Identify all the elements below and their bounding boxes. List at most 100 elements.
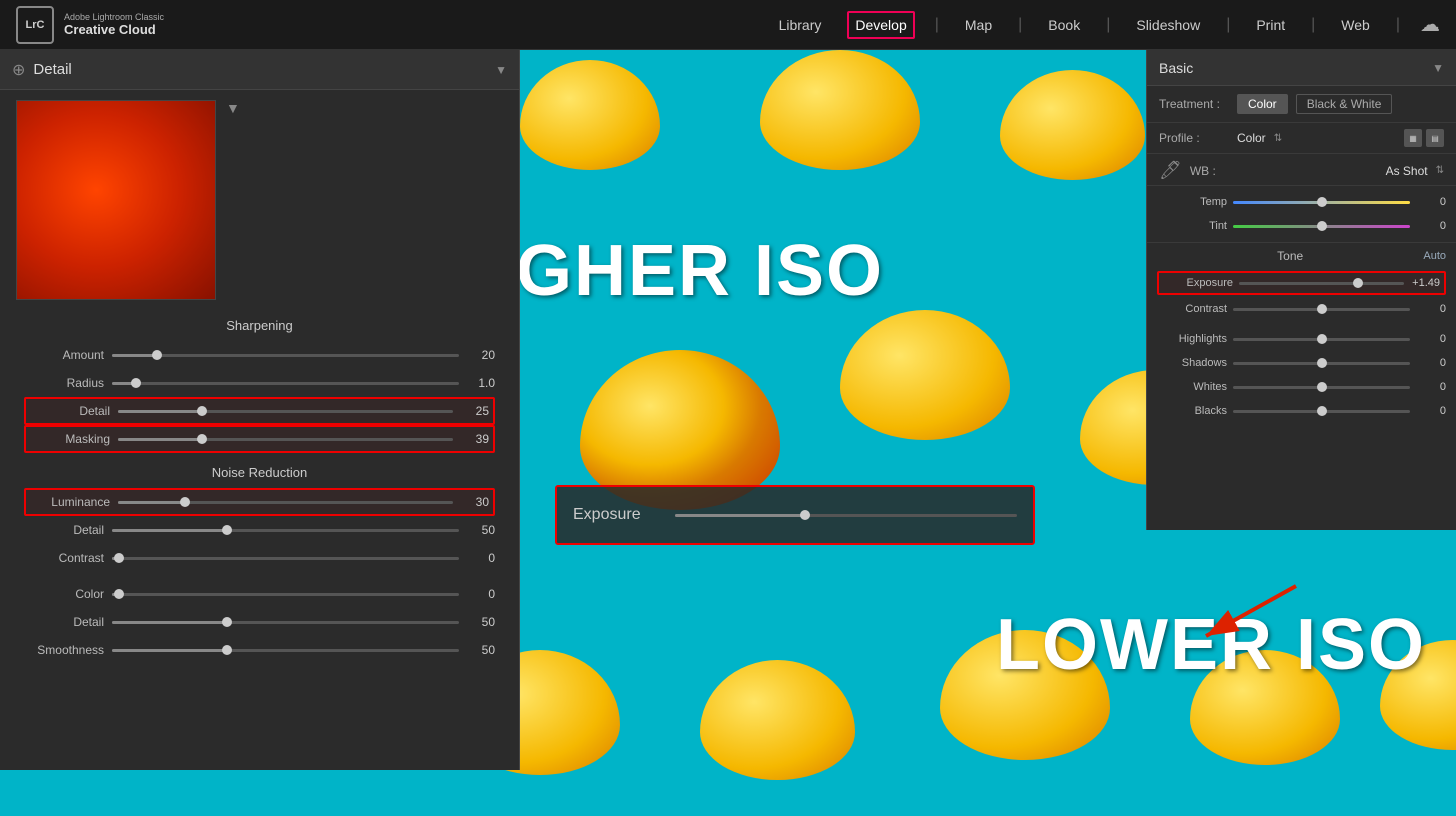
smoothness-row: Smoothness 50 (24, 636, 495, 664)
main-content: HIGHER ISO LOWER ISO Exposure (0, 50, 1456, 816)
nav-library[interactable]: Library (773, 13, 828, 37)
temp-label: Temp (1157, 196, 1227, 208)
smoothness-slider[interactable] (112, 640, 459, 660)
masking-slider[interactable] (118, 429, 453, 449)
profile-icon-2[interactable]: ▤ (1426, 129, 1444, 147)
profile-icons: ▦ ▤ (1404, 129, 1444, 147)
contrast-slider[interactable] (1233, 300, 1410, 318)
right-panel-arrow[interactable]: ▼ (1432, 61, 1444, 75)
tint-slider[interactable] (1233, 217, 1410, 235)
nav-divider-5: | (1311, 16, 1315, 34)
whites-value: 0 (1416, 381, 1446, 393)
center-exposure-box: Exposure (555, 485, 1035, 545)
profile-select[interactable]: Color (1237, 131, 1266, 145)
temp-row: Temp 0 (1157, 190, 1446, 214)
lemon-14 (700, 660, 855, 780)
tint-label: Tint (1157, 220, 1227, 232)
color-detail-value: 50 (467, 615, 495, 629)
color-treatment-btn[interactable]: Color (1237, 94, 1288, 114)
left-panel: ⊕ Detail ▼ ▼ Sharpening Amount (0, 50, 520, 770)
app-title: Adobe Lightroom Classic Creative Cloud (64, 12, 164, 37)
profile-row: Profile : Color ⇅ ▦ ▤ (1147, 123, 1456, 154)
highlights-slider[interactable] (1233, 330, 1410, 348)
panel-arrow-icon[interactable]: ▼ (495, 63, 507, 77)
blacks-value: 0 (1416, 405, 1446, 417)
navbar-left: LrC Adobe Lightroom Classic Creative Clo… (16, 6, 164, 44)
nav-book[interactable]: Book (1042, 13, 1086, 37)
radius-slider[interactable] (112, 373, 459, 393)
luminance-label: Luminance (30, 495, 110, 509)
amount-row: Amount 20 (24, 341, 495, 369)
thumbnail-arrow[interactable]: ▼ (226, 100, 240, 116)
lemon-4 (760, 50, 920, 170)
wb-select[interactable]: As Shot (1386, 164, 1428, 178)
profile-label: Profile : (1159, 131, 1229, 145)
temp-value: 0 (1416, 196, 1446, 208)
shadows-slider[interactable] (1233, 354, 1410, 372)
detail-label: Detail (30, 404, 110, 418)
tint-row: Tint 0 (1157, 214, 1446, 238)
noise-reduction-label: Noise Reduction (0, 457, 519, 484)
smoothness-value: 50 (467, 643, 495, 657)
panel-move-icon: ⊕ (12, 60, 25, 80)
center-exposure-slider[interactable] (675, 505, 1017, 525)
color-slider[interactable] (112, 584, 459, 604)
eyedropper-icon[interactable]: 🖊 (1159, 160, 1182, 181)
luminance-slider[interactable] (118, 492, 453, 512)
nav-print[interactable]: Print (1250, 13, 1291, 37)
luminance-row: Luminance 30 (24, 488, 495, 516)
lum-detail-value: 50 (467, 523, 495, 537)
tint-value: 0 (1416, 220, 1446, 232)
contrast-label: Contrast (1157, 303, 1227, 315)
sharpening-section-label: Sharpening (0, 310, 519, 337)
exposure-row: Exposure +1.49 (1157, 271, 1446, 295)
radius-label: Radius (24, 376, 104, 390)
contrast-value: 0 (1416, 303, 1446, 315)
blacks-label: Blacks (1157, 405, 1227, 417)
treatment-label: Treatment : (1159, 97, 1229, 111)
masking-label: Masking (30, 432, 110, 446)
nav-develop[interactable]: Develop (847, 11, 914, 39)
right-panel-header: Basic ▼ (1147, 50, 1456, 86)
lum-contrast-row: Contrast 0 (24, 544, 495, 572)
profile-icon-1[interactable]: ▦ (1404, 129, 1422, 147)
lum-detail-slider[interactable] (112, 520, 459, 540)
lum-contrast-slider[interactable] (112, 548, 459, 568)
cloud-icon[interactable]: ☁ (1420, 12, 1440, 37)
lemon-9 (840, 310, 1010, 440)
exposure-label: Exposure (1163, 277, 1233, 289)
tone-sliders: Exposure +1.49 Contrast 0 (1147, 265, 1456, 427)
nav-map[interactable]: Map (959, 13, 998, 37)
thumbnail-image (17, 101, 215, 299)
nav-divider-6: | (1396, 16, 1400, 34)
amount-slider[interactable] (112, 345, 459, 365)
blacks-slider[interactable] (1233, 402, 1410, 420)
masking-row: Masking 39 (24, 425, 495, 453)
lum-detail-label: Detail (24, 523, 104, 537)
nav-web[interactable]: Web (1335, 13, 1376, 37)
noise-reduction-section: Luminance 30 Detail 50 (0, 484, 519, 668)
contrast-row: Contrast 0 (1157, 297, 1446, 321)
amount-value: 20 (467, 348, 495, 362)
lum-contrast-value: 0 (467, 551, 495, 565)
lum-contrast-label: Contrast (24, 551, 104, 565)
tone-label: Tone (1157, 249, 1423, 263)
detail-row: Detail 25 (24, 397, 495, 425)
nav-slideshow[interactable]: Slideshow (1130, 13, 1206, 37)
lemon-5 (1000, 70, 1145, 180)
right-panel: Basic ▼ Treatment : Color Black & White … (1146, 50, 1456, 530)
detail-slider[interactable] (118, 401, 453, 421)
bw-treatment-btn[interactable]: Black & White (1296, 94, 1393, 114)
color-detail-slider[interactable] (112, 612, 459, 632)
whites-slider[interactable] (1233, 378, 1410, 396)
thumbnail-controls: ▼ (226, 100, 240, 116)
radius-value: 1.0 (467, 376, 495, 390)
detail-value: 25 (461, 404, 489, 418)
right-panel-title: Basic (1159, 60, 1193, 76)
exposure-slider[interactable] (1239, 274, 1404, 292)
tone-auto-btn[interactable]: Auto (1423, 250, 1446, 262)
detail-thumbnail-area: ▼ (0, 90, 519, 310)
masking-value: 39 (461, 432, 489, 446)
temp-slider[interactable] (1233, 193, 1410, 211)
panel-header-left: ⊕ Detail (12, 60, 72, 80)
